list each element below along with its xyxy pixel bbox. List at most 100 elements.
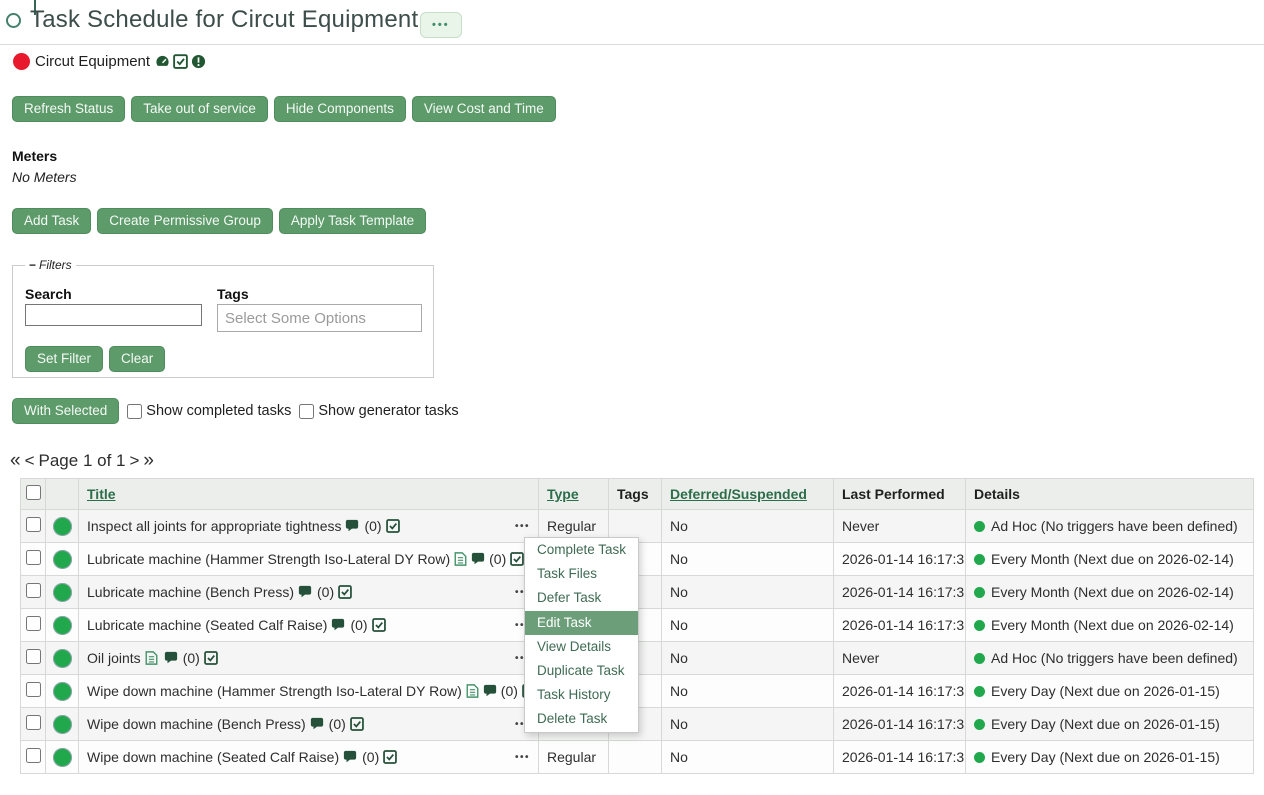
task-deferred: No [662,510,834,543]
task-status-dot [53,583,72,602]
row-checkbox[interactable] [26,748,41,763]
asset-row: Circut Equipment [13,53,206,70]
row-checkbox[interactable] [26,616,41,631]
row-checkbox[interactable] [26,517,41,532]
check-square-icon[interactable] [204,651,219,666]
row-checkbox[interactable] [26,682,41,697]
with-selected-button[interactable]: With Selected [12,398,119,424]
task-details: Every Day (Next due on 2026-01-15) [991,716,1220,732]
task-details: Ad Hoc (No triggers have been defined) [991,518,1238,534]
table-header-row: Title Type Tags Deferred/Suspended Last … [21,479,1254,510]
last-page-button[interactable]: » [143,450,154,472]
task-title[interactable]: Lubricate machine (Seated Calf Raise) [87,617,327,633]
sort-title-link[interactable]: Title [87,486,116,502]
take-out-of-service-button[interactable]: Take out of service [131,96,268,122]
comment-icon[interactable] [331,618,346,633]
check-square-icon[interactable] [386,519,401,534]
comment-icon[interactable] [164,651,179,666]
menu-item-duplicate-task[interactable]: Duplicate Task [525,659,638,683]
row-checkbox[interactable] [26,550,41,565]
add-task-button[interactable]: Add Task [12,208,91,234]
tachometer-icon[interactable] [155,54,170,69]
sort-type-link[interactable]: Type [547,486,579,502]
apply-task-template-button[interactable]: Apply Task Template [279,208,426,234]
task-last-performed: 2026-01-14 16:17:32 [834,609,966,642]
task-details: Every Month (Next due on 2026-02-14) [991,551,1234,567]
view-cost-and-time-button[interactable]: View Cost and Time [412,96,556,122]
task-title[interactable]: Inspect all joints for appropriate tight… [87,518,341,534]
task-title[interactable]: Wipe down machine (Bench Press) [87,716,306,732]
hide-components-button[interactable]: Hide Components [274,96,406,122]
comment-icon[interactable] [483,684,497,699]
details-column-header: Details [974,486,1020,502]
clear-filter-button[interactable]: Clear [109,346,165,372]
comment-icon[interactable] [343,750,358,765]
menu-item-edit-task[interactable]: Edit Task [525,611,638,635]
menu-item-view-details[interactable]: View Details [525,635,638,659]
search-input[interactable] [25,304,202,326]
create-permissive-group-button[interactable]: Create Permissive Group [97,208,273,234]
check-square-icon[interactable] [173,54,188,69]
row-menu-button[interactable]: ••• [515,521,530,532]
set-filter-button[interactable]: Set Filter [25,346,103,372]
row-checkbox[interactable] [26,715,41,730]
select-all-checkbox[interactable] [26,485,41,500]
check-square-icon[interactable] [510,552,524,567]
asset-name: Circut Equipment [35,53,150,70]
asset-status-dot [13,53,30,70]
show-generator-checkbox[interactable] [299,404,314,419]
comment-icon[interactable] [471,552,485,567]
file-icon[interactable] [454,552,467,567]
task-last-performed: Never [834,510,966,543]
collapse-minus-icon[interactable]: − [29,258,36,272]
next-page-button[interactable]: > [129,451,139,471]
menu-item-defer-task[interactable]: Defer Task [525,586,638,610]
task-title[interactable]: Lubricate machine (Hammer Strength Iso-L… [87,551,450,567]
first-page-button[interactable]: « [10,450,21,472]
menu-item-complete-task[interactable]: Complete Task [525,538,638,562]
exclamation-circle-icon[interactable] [191,54,206,69]
task-title[interactable]: Lubricate machine (Bench Press) [87,584,294,600]
task-title[interactable]: Wipe down machine (Hammer Strength Iso-L… [87,683,462,699]
tags-select-input[interactable] [217,304,422,332]
tree-node-circle[interactable] [6,13,21,28]
detail-status-dot [974,653,985,664]
prev-page-button[interactable]: < [25,451,35,471]
check-square-icon[interactable] [372,618,387,633]
task-last-performed: Never [834,642,966,675]
show-completed-checkbox[interactable] [127,404,142,419]
row-menu-button[interactable]: ••• [515,752,530,763]
page-more-button[interactable]: ••• [420,12,462,38]
sort-deferred-link[interactable]: Deferred/Suspended [670,486,807,502]
task-title[interactable]: Oil joints [87,650,141,666]
task-last-performed: 2026-01-14 16:17:32 [834,576,966,609]
comment-icon[interactable] [345,519,360,534]
row-checkbox[interactable] [26,583,41,598]
show-generator-checkbox-label[interactable]: Show generator tasks [299,403,458,419]
check-square-icon[interactable] [350,717,365,732]
check-square-icon[interactable] [383,750,398,765]
menu-item-task-history[interactable]: Task History [525,683,638,707]
show-completed-checkbox-label[interactable]: Show completed tasks [127,403,291,419]
tags-label: Tags [217,286,249,302]
task-status-dot [53,550,72,569]
check-square-icon[interactable] [338,585,353,600]
detail-status-dot [974,752,985,763]
file-icon[interactable] [466,684,479,699]
task-status-dot [53,682,72,701]
row-checkbox[interactable] [26,649,41,664]
filters-legend[interactable]: −Filters [25,258,76,272]
status-column-header [46,479,79,510]
detail-status-dot [974,554,985,565]
comment-icon[interactable] [298,585,313,600]
file-icon[interactable] [145,651,160,666]
refresh-status-button[interactable]: Refresh Status [12,96,125,122]
task-deferred: No [662,576,834,609]
comment-icon[interactable] [310,717,325,732]
task-title[interactable]: Wipe down machine (Seated Calf Raise) [87,749,339,765]
menu-item-task-files[interactable]: Task Files [525,562,638,586]
menu-item-delete-task[interactable]: Delete Task [525,707,638,731]
task-last-performed: 2026-01-14 16:17:32 [834,543,966,576]
task-details: Ad Hoc (No triggers have been defined) [991,650,1238,666]
task-deferred: No [662,543,834,576]
